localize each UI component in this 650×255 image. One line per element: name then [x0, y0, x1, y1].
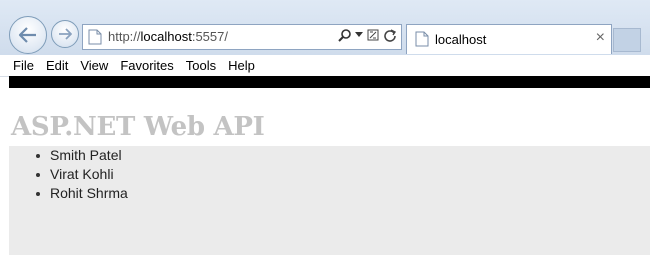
address-tools [338, 28, 397, 42]
menu-edit[interactable]: Edit [40, 55, 74, 74]
page-heading: ASP.NET Web API [11, 112, 265, 142]
list-item: Rohit Shrma [9, 184, 650, 203]
search-icon[interactable] [338, 28, 352, 42]
menu-view[interactable]: View [74, 55, 114, 74]
tab-close-icon[interactable]: × [596, 29, 605, 47]
dropdown-arrow-icon[interactable] [355, 32, 363, 38]
page-top-bar [9, 76, 650, 88]
back-arrow-icon [18, 27, 36, 43]
list-item: Smith Patel [9, 146, 650, 165]
menu-file[interactable]: File [0, 55, 40, 74]
menu-tools[interactable]: Tools [180, 55, 222, 74]
tab-page-icon [415, 31, 429, 47]
tab-title: localhost [435, 32, 487, 47]
browser-chrome: http://localhost:5557/ localhost × [0, 0, 650, 56]
player-list: Smith Patel Virat Kohli Rohit Shrma [9, 146, 650, 203]
new-tab-button[interactable] [613, 28, 641, 52]
compatibility-view-icon[interactable] [366, 28, 380, 42]
forward-arrow-icon [59, 28, 72, 40]
refresh-icon[interactable] [383, 28, 397, 42]
back-button[interactable] [9, 16, 47, 54]
menu-help[interactable]: Help [222, 55, 261, 74]
list-item: Virat Kohli [9, 165, 650, 184]
menu-bar: File Edit View Favorites Tools Help [0, 55, 650, 77]
address-bar[interactable]: http://localhost:5557/ [82, 24, 402, 50]
url-text[interactable]: http://localhost:5557/ [108, 29, 228, 44]
page-icon [88, 29, 102, 45]
menu-favorites[interactable]: Favorites [114, 55, 179, 74]
content-area: Smith Patel Virat Kohli Rohit Shrma [9, 146, 650, 255]
forward-button[interactable] [51, 20, 79, 48]
tab-localhost[interactable]: localhost × [406, 24, 612, 54]
